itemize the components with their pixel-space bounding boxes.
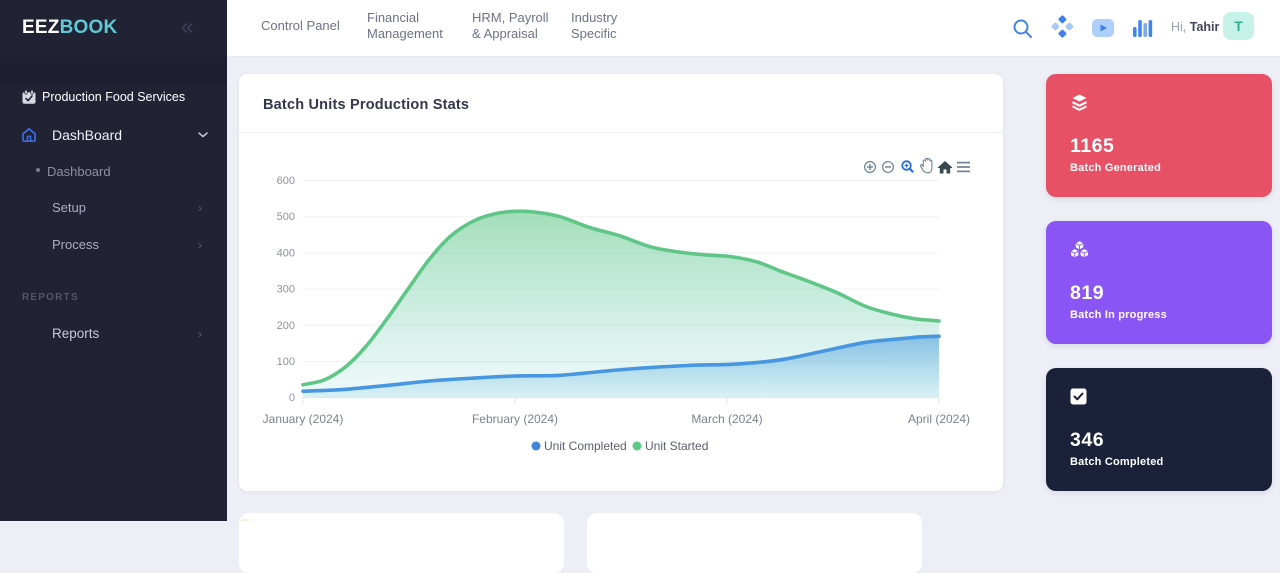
svg-text:400: 400 [277, 247, 295, 259]
svg-text:500: 500 [277, 211, 295, 223]
svg-text:January (2024): January (2024) [263, 412, 344, 426]
svg-text:300: 300 [277, 284, 295, 296]
svg-text:Unit Started: Unit Started [645, 439, 708, 453]
svg-text:Unit Completed: Unit Completed [544, 439, 627, 453]
svg-text:February (2024): February (2024) [472, 412, 558, 426]
svg-text:200: 200 [277, 320, 295, 332]
svg-text:600: 600 [277, 175, 295, 187]
svg-text:100: 100 [277, 356, 295, 368]
svg-text:0: 0 [289, 392, 295, 404]
svg-text:April (2024): April (2024) [908, 412, 970, 426]
svg-text:March (2024): March (2024) [691, 412, 762, 426]
